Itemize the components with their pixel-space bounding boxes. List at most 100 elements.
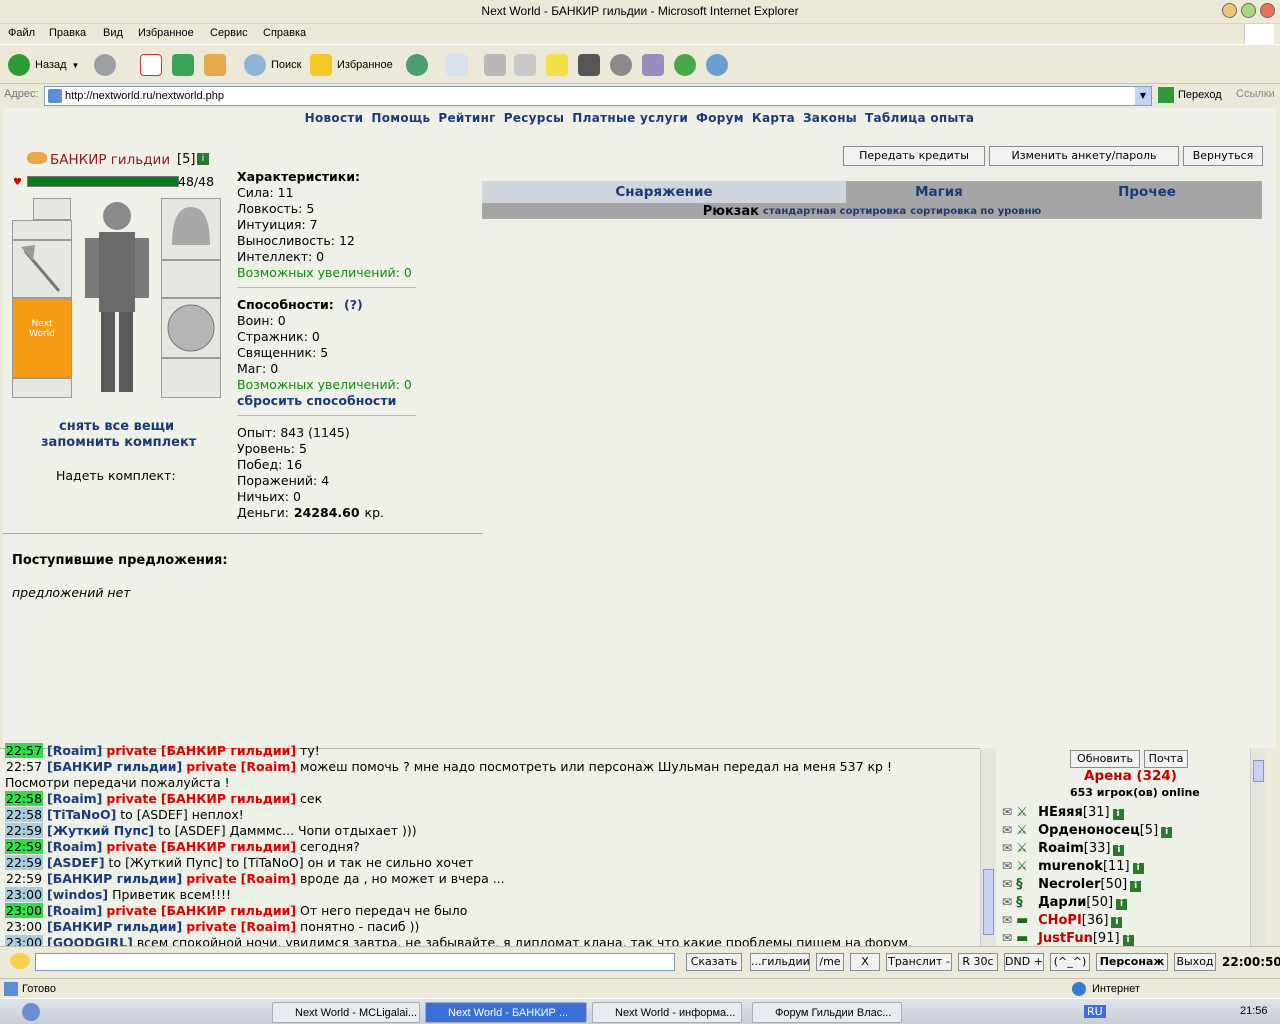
info-icon[interactable]: i <box>1113 845 1125 856</box>
user-row[interactable]: ✉ ▬ CHoPI[36] i <box>1002 912 1123 929</box>
reset-abilities-link[interactable]: сбросить способности <box>237 393 396 409</box>
rings-slot[interactable] <box>12 378 72 398</box>
info-icon[interactable]: i <box>1111 917 1123 928</box>
info-icon[interactable]: i <box>1130 881 1142 892</box>
chat-recipient[interactable]: [Roaim] <box>241 919 296 934</box>
boots-slot[interactable] <box>161 358 221 398</box>
tab-equipment[interactable]: Снаряжение <box>482 181 846 203</box>
menu-view[interactable]: Вид <box>103 27 123 39</box>
chat-scroll-thumb[interactable] <box>983 869 994 935</box>
info-icon[interactable]: i <box>1132 863 1144 874</box>
address-input[interactable]: http://nextworld.ru/nextworld.php ▼ <box>44 86 1152 106</box>
favorites-button[interactable]: Избранное <box>310 52 393 78</box>
print-button[interactable] <box>484 52 506 78</box>
tab-magic[interactable]: Магия <box>846 181 1032 203</box>
mail-icon[interactable]: ✉ <box>1002 877 1012 891</box>
smile-icon[interactable] <box>10 953 30 969</box>
user-row[interactable]: ✉ ⚔ Орденоносец[5] i <box>1002 822 1173 839</box>
user-row[interactable]: ✉ § Дарли[50] i <box>1002 894 1128 911</box>
nav-exp-table[interactable]: Таблица опыта <box>865 111 974 130</box>
nav-laws[interactable]: Законы <box>803 111 857 130</box>
links-label[interactable]: Ссылки <box>1236 88 1275 100</box>
edit-profile-button[interactable]: Изменить анкету/пароль <box>989 146 1179 166</box>
task-nextworld-active[interactable]: Next World - БАНКИР ... <box>425 1002 587 1023</box>
messenger-button[interactable] <box>706 52 728 78</box>
history-button[interactable] <box>406 52 428 78</box>
remember-set-link[interactable]: запомнить комплект <box>41 435 196 450</box>
users-scrollbar[interactable] <box>1250 748 1266 946</box>
user-row[interactable]: ✉ ⚔ murenok[11] i <box>1002 858 1144 875</box>
nav-news[interactable]: Новости <box>305 111 364 130</box>
info-icon[interactable]: i <box>1112 809 1124 820</box>
chat-recipient[interactable]: [Roaim] <box>241 759 296 774</box>
menu-file[interactable]: Файл <box>8 27 35 39</box>
nav-help[interactable]: Помощь <box>371 111 430 130</box>
user-name[interactable]: JustFun <box>1038 931 1093 946</box>
user-name[interactable]: murenok <box>1038 859 1103 874</box>
mail-button[interactable] <box>446 52 468 78</box>
me-button[interactable]: /me <box>816 953 844 971</box>
chat-recipient[interactable]: [БАНКИР гильдии] <box>161 743 296 758</box>
chat-recipient[interactable]: [БАНКИР гильдии] <box>161 839 296 854</box>
chat-recipient[interactable]: [Roaim] <box>241 871 296 886</box>
menu-favorites[interactable]: Избранное <box>138 27 194 39</box>
tab-other[interactable]: Прочее <box>1032 181 1262 203</box>
chat-sender[interactable]: [Roaim] <box>47 743 102 758</box>
back-button[interactable]: Назад ▼ <box>8 52 79 78</box>
weapon-slot[interactable] <box>12 240 72 298</box>
nav-forum[interactable]: Форум <box>696 111 744 130</box>
mail-icon[interactable]: ✉ <box>1002 913 1012 927</box>
mail-icon[interactable]: ✉ <box>1002 859 1012 873</box>
refresh-button[interactable] <box>172 52 194 78</box>
refresh-30-button[interactable]: R 30с <box>958 953 998 971</box>
chat-sender[interactable]: [ASDEF] <box>47 855 105 870</box>
chat-sender[interactable]: [БАНКИР гильдии] <box>47 759 182 774</box>
tool-button[interactable] <box>610 52 632 78</box>
chat-input[interactable] <box>35 953 675 971</box>
chat-sender[interactable]: [Roaim] <box>47 791 102 806</box>
gloves-slot[interactable] <box>161 260 221 298</box>
mail-icon[interactable]: ✉ <box>1002 823 1012 837</box>
dnd-button[interactable]: DND + <box>1004 953 1044 971</box>
info-icon[interactable]: i <box>197 153 209 165</box>
return-button[interactable]: Вернуться <box>1183 146 1263 166</box>
chat-sender[interactable]: [Жуткий Пупс] <box>47 823 154 838</box>
note-button[interactable] <box>546 52 568 78</box>
mail-icon[interactable]: ✉ <box>1002 931 1012 945</box>
chat-sender[interactable]: [БАНКИР гильдии] <box>47 871 182 886</box>
abilities-help-link[interactable]: (?) <box>344 297 363 313</box>
go-button[interactable]: Переход <box>1158 87 1222 103</box>
arena-label[interactable]: Арена (324) <box>1084 768 1177 784</box>
smile-button[interactable]: (^_^) <box>1050 953 1090 971</box>
icq-button[interactable] <box>674 52 696 78</box>
task-forum[interactable]: Форум Гильдии Влас... <box>752 1002 902 1023</box>
chat-sender[interactable]: [windos] <box>47 887 108 902</box>
k-button[interactable] <box>578 52 600 78</box>
nav-rating[interactable]: Рейтинг <box>438 111 495 130</box>
user-row[interactable]: ✉ ▬ JustFun[91] i <box>1002 930 1134 947</box>
translit-button[interactable]: Транслит - <box>886 953 952 971</box>
menu-tools[interactable]: Сервис <box>210 27 248 39</box>
transfer-credits-button[interactable]: Передать кредиты <box>843 146 985 166</box>
mail-icon[interactable]: ✉ <box>1002 805 1012 819</box>
mail-icon[interactable]: ✉ <box>1002 895 1012 909</box>
info-icon[interactable]: i <box>1122 935 1134 946</box>
user-name[interactable]: НЕяяя <box>1038 805 1083 820</box>
chat-scrollbar[interactable] <box>980 749 996 947</box>
start-icon[interactable] <box>22 1003 40 1021</box>
clear-button[interactable]: X <box>850 953 880 971</box>
user-row[interactable]: ✉ § Necroler[50] i <box>1002 876 1142 893</box>
nav-map[interactable]: Карта <box>752 111 795 130</box>
chat-sender[interactable]: [БАНКИР гильдии] <box>47 919 182 934</box>
chat-recipient[interactable]: [БАНКИР гильдии] <box>161 791 296 806</box>
info-icon[interactable]: i <box>1161 827 1173 838</box>
media-button[interactable] <box>642 52 664 78</box>
mail-icon[interactable]: ✉ <box>1002 841 1012 855</box>
user-row[interactable]: ✉ ⚔ НЕяяя[31] i <box>1002 804 1124 821</box>
chat-sender[interactable]: [Roaim] <box>47 839 102 854</box>
unequip-all-link[interactable]: снять все вещи <box>59 419 174 434</box>
stop-button[interactable] <box>140 52 162 78</box>
menu-help[interactable]: Справка <box>263 27 306 39</box>
mail-users-button[interactable]: Почта <box>1144 750 1188 768</box>
address-dropdown-icon[interactable]: ▼ <box>1135 87 1151 105</box>
